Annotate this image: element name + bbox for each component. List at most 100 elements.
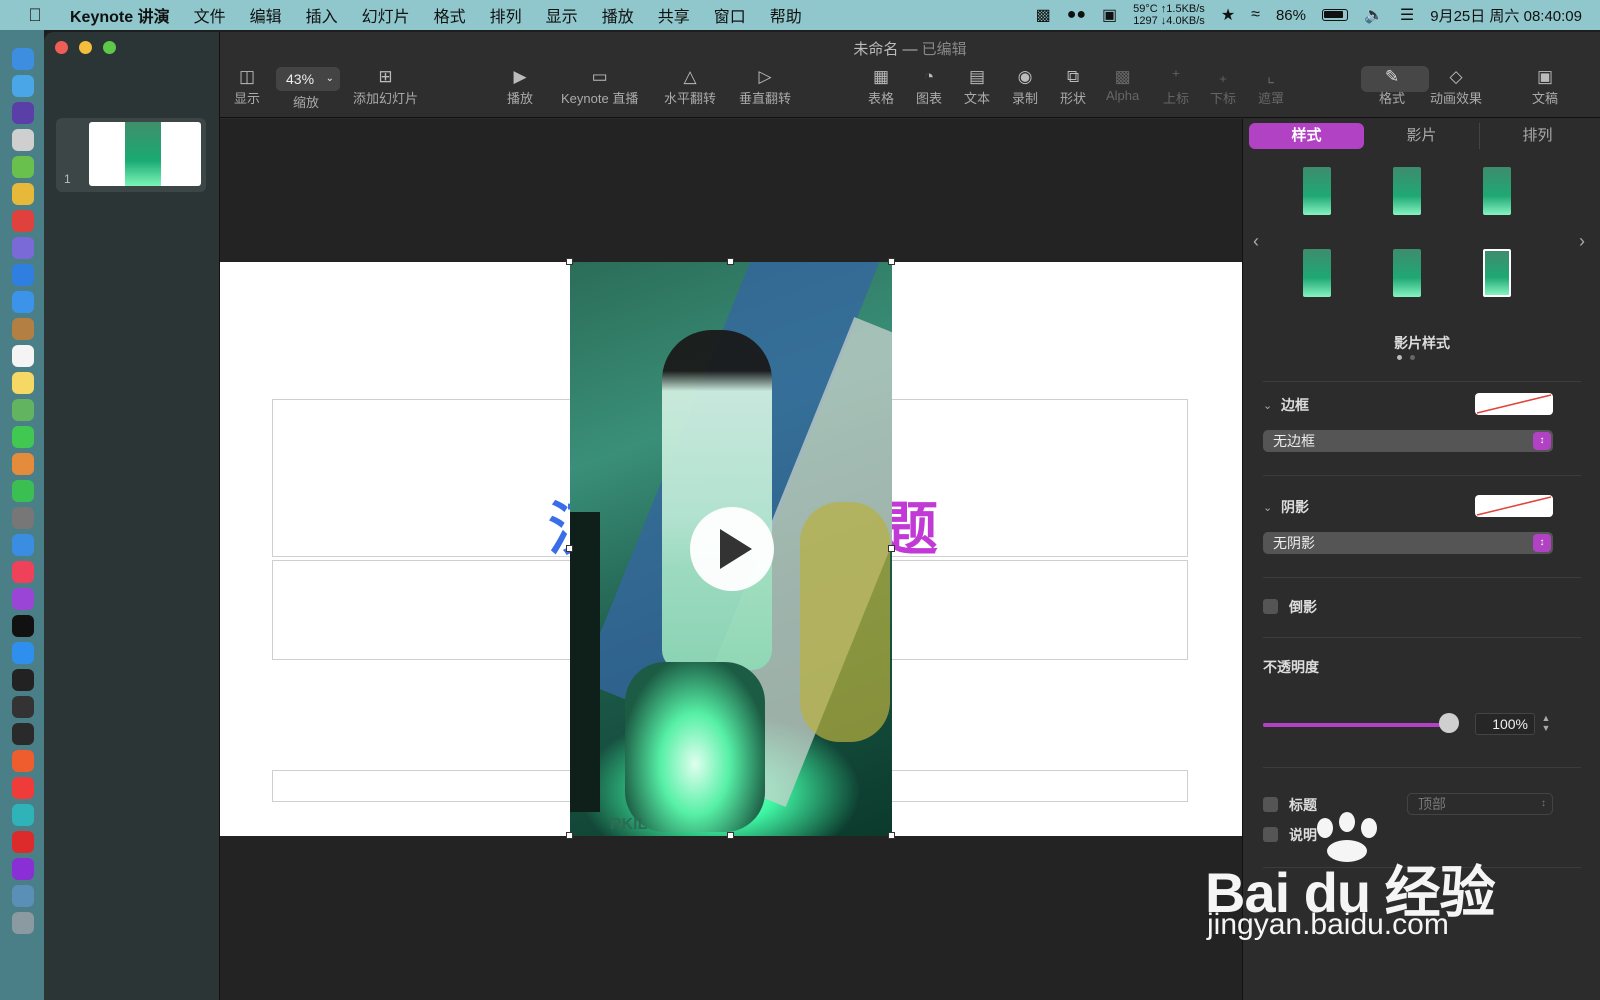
mask-button[interactable]: ⌞ 遮罩 bbox=[1258, 66, 1284, 107]
netease-music-icon[interactable] bbox=[12, 831, 34, 853]
resize-handle[interactable] bbox=[727, 258, 734, 265]
chevron-down-icon[interactable]: ⌄ bbox=[1263, 501, 1272, 514]
opacity-slider[interactable] bbox=[1263, 723, 1449, 727]
keynote-icon[interactable] bbox=[12, 534, 34, 556]
slide-thumbnail[interactable] bbox=[89, 122, 201, 186]
disk-app-icon[interactable] bbox=[12, 237, 34, 259]
movie-style-option[interactable] bbox=[1483, 167, 1511, 215]
zoom-popup[interactable]: 43% ⌄ bbox=[276, 67, 340, 91]
view-button[interactable]: ◫ 显示 bbox=[234, 66, 260, 107]
mail-icon[interactable] bbox=[12, 291, 34, 313]
chevron-left-icon[interactable]: ‹ bbox=[1253, 231, 1259, 252]
compass-app-icon[interactable] bbox=[12, 264, 34, 286]
superscript-button[interactable]: ⁺ 上标 bbox=[1163, 66, 1189, 107]
menu-share[interactable]: 共享 bbox=[646, 3, 702, 27]
record-button[interactable]: ◉ 录制 bbox=[1012, 66, 1038, 107]
menu-format[interactable]: 格式 bbox=[422, 3, 478, 27]
chevron-right-icon[interactable]: › bbox=[1579, 231, 1585, 252]
alpha-button[interactable]: ▩ Alpha bbox=[1106, 66, 1139, 103]
chevron-down-icon[interactable]: ⌄ bbox=[1263, 399, 1272, 412]
resize-handle[interactable] bbox=[566, 545, 573, 552]
zoom-window-button[interactable] bbox=[103, 41, 116, 54]
android-app-icon[interactable] bbox=[12, 156, 34, 178]
red-app-icon[interactable] bbox=[12, 210, 34, 232]
notes-icon[interactable] bbox=[12, 372, 34, 394]
contacts-icon[interactable] bbox=[12, 318, 34, 340]
border-color-well[interactable] bbox=[1475, 393, 1553, 415]
slide[interactable]: 汉 题 RKIL bbox=[220, 258, 1242, 839]
flip-horizontal-button[interactable]: △ 水平翻转 bbox=[664, 66, 716, 107]
subscript-button[interactable]: ₊ 下标 bbox=[1210, 66, 1236, 107]
star-icon[interactable]: ★ bbox=[1221, 5, 1235, 25]
menu-insert[interactable]: 插入 bbox=[294, 3, 350, 27]
add-slide-button[interactable]: ⊞ 添加幻灯片 bbox=[353, 66, 418, 107]
chart-button[interactable]: ◔ 图表 bbox=[916, 66, 942, 107]
calendar-icon[interactable] bbox=[12, 345, 34, 367]
facetime-icon[interactable] bbox=[12, 480, 34, 502]
maps-icon[interactable] bbox=[12, 399, 34, 421]
cloud-app-icon[interactable] bbox=[12, 804, 34, 826]
menu-edit[interactable]: 编辑 bbox=[238, 3, 294, 27]
resize-handle[interactable] bbox=[888, 258, 895, 265]
format-button[interactable]: ✎ 格式 bbox=[1379, 66, 1405, 107]
activity-monitor-icon[interactable] bbox=[12, 696, 34, 718]
purple-app-icon[interactable] bbox=[12, 858, 34, 880]
siri-icon[interactable] bbox=[12, 102, 34, 124]
brave-icon[interactable] bbox=[12, 750, 34, 772]
tab-style[interactable]: 样式 bbox=[1249, 123, 1364, 149]
keynote-live-button[interactable]: ▭ Keynote 直播 bbox=[561, 66, 638, 107]
menu-help[interactable]: 帮助 bbox=[758, 3, 814, 27]
movie-style-option[interactable] bbox=[1483, 249, 1511, 297]
page-dot[interactable] bbox=[1397, 355, 1402, 360]
menu-play[interactable]: 播放 bbox=[590, 3, 646, 27]
podcasts-icon[interactable] bbox=[12, 588, 34, 610]
table-button[interactable]: ▦ 表格 bbox=[868, 66, 894, 107]
play-video-button[interactable] bbox=[690, 507, 774, 591]
play-button[interactable]: ▶ 播放 bbox=[507, 66, 533, 107]
terminal-icon[interactable] bbox=[12, 669, 34, 691]
title-checkbox[interactable] bbox=[1263, 797, 1278, 812]
document-title[interactable]: 未命名 — 已编辑 bbox=[220, 38, 1600, 59]
bookmark-app-icon[interactable]: ▩ bbox=[1036, 5, 1051, 25]
tab-arrange[interactable]: 排列 bbox=[1479, 123, 1595, 149]
launchpad-icon[interactable] bbox=[12, 129, 34, 151]
resize-handle[interactable] bbox=[888, 545, 895, 552]
photos-icon[interactable] bbox=[12, 453, 34, 475]
shadow-style-popup[interactable]: 无阴影 ↕ bbox=[1263, 532, 1553, 554]
movie-style-option[interactable] bbox=[1393, 167, 1421, 215]
menu-view[interactable]: 显示 bbox=[534, 3, 590, 27]
opacity-field[interactable]: 100% bbox=[1475, 713, 1535, 735]
movie-style-option[interactable] bbox=[1303, 249, 1331, 297]
battery-icon[interactable] bbox=[1321, 9, 1348, 21]
reflection-checkbox[interactable] bbox=[1263, 599, 1278, 614]
menubar-clock[interactable]: 9月25日 周六 08:40:09 bbox=[1430, 5, 1582, 26]
system-stats[interactable]: 59°C ↑1.5KB/s 1297 ↓4.0KB/s bbox=[1133, 3, 1205, 27]
safari-icon[interactable] bbox=[12, 75, 34, 97]
display-icon[interactable]: ▣ bbox=[1102, 5, 1117, 25]
wifi-icon[interactable]: ≈ bbox=[1251, 6, 1260, 24]
opacity-slider-knob[interactable] bbox=[1439, 713, 1459, 733]
trash-icon[interactable] bbox=[12, 912, 34, 934]
resize-handle[interactable] bbox=[566, 258, 573, 265]
animate-button[interactable]: ◇ 动画效果 bbox=[1430, 66, 1482, 107]
messages-icon[interactable] bbox=[12, 426, 34, 448]
page-dot[interactable] bbox=[1410, 355, 1415, 360]
shadow-color-well[interactable] bbox=[1475, 495, 1553, 517]
zoom-button[interactable]: 缩放 bbox=[293, 92, 319, 111]
chrome-icon[interactable] bbox=[12, 183, 34, 205]
console-icon[interactable] bbox=[12, 723, 34, 745]
text-button[interactable]: ▤ 文本 bbox=[964, 66, 990, 107]
volume-icon[interactable]: 🔈 bbox=[1364, 5, 1384, 25]
resize-handle[interactable] bbox=[566, 832, 573, 839]
shape-button[interactable]: ⧉ 形状 bbox=[1060, 66, 1086, 107]
opacity-stepper[interactable]: ▲ ▼ bbox=[1539, 713, 1553, 735]
close-window-button[interactable] bbox=[55, 41, 68, 54]
document-button[interactable]: ▣ 文稿 bbox=[1532, 66, 1558, 107]
tab-movie[interactable]: 影片 bbox=[1364, 123, 1479, 149]
settings-icon[interactable] bbox=[12, 507, 34, 529]
movie-style-option[interactable] bbox=[1303, 167, 1331, 215]
menu-window[interactable]: 窗口 bbox=[702, 3, 758, 27]
border-style-popup[interactable]: 无边框 ↕ bbox=[1263, 430, 1553, 452]
minimize-window-button[interactable] bbox=[79, 41, 92, 54]
movie-style-option[interactable] bbox=[1393, 249, 1421, 297]
